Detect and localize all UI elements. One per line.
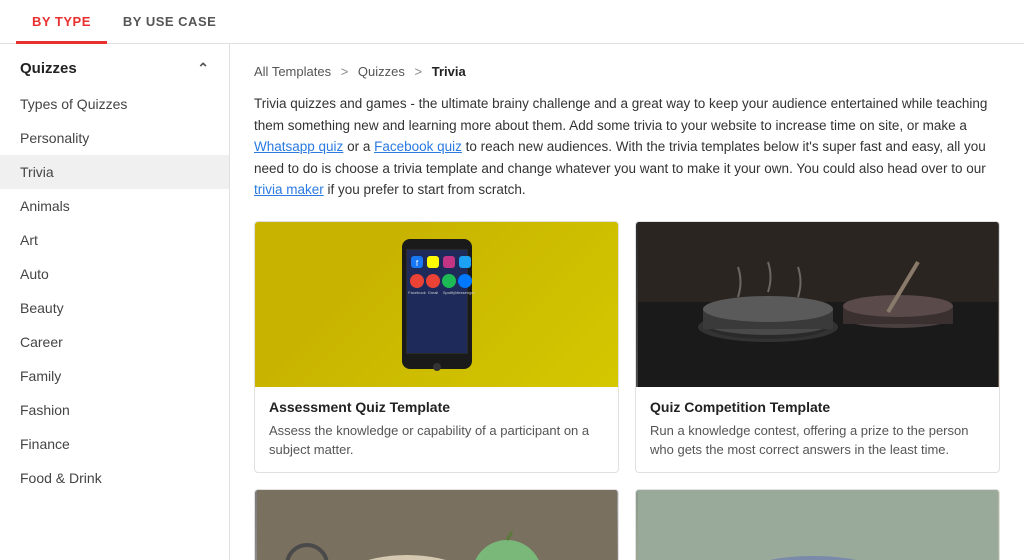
card-title-competition: Quiz Competition Template [650, 399, 985, 415]
trivia-maker-link[interactable]: trivia maker [254, 182, 324, 197]
breadcrumb-separator-2: > [415, 64, 426, 79]
breadcrumb: All Templates > Quizzes > Trivia [254, 64, 1000, 79]
whatsapp-quiz-link[interactable]: Whatsapp quiz [254, 139, 343, 154]
page-description: Trivia quizzes and games - the ultimate … [254, 93, 1000, 201]
breadcrumb-separator-1: > [341, 64, 352, 79]
sidebar: Quizzes ⌃ Types of Quizzes Personality T… [0, 44, 230, 560]
facebook-quiz-link[interactable]: Facebook quiz [374, 139, 462, 154]
sidebar-item-trivia[interactable]: Trivia [0, 155, 229, 189]
card-image-health [255, 490, 618, 560]
svg-text:Messenger: Messenger [455, 290, 475, 295]
card-image-cooking [636, 222, 999, 387]
cards-grid: f Facebook Gmail Spotify Messenger [254, 221, 1000, 560]
tab-by-use-case[interactable]: BY USE CASE [107, 0, 232, 44]
main-layout: Quizzes ⌃ Types of Quizzes Personality T… [0, 44, 1024, 560]
description-text-2: or a [343, 139, 374, 154]
sidebar-item-food-drink[interactable]: Food & Drink [0, 461, 229, 495]
description-text-1: Trivia quizzes and games - the ultimate … [254, 96, 987, 133]
card-car[interactable] [635, 489, 1000, 560]
sidebar-quizzes-header[interactable]: Quizzes ⌃ [0, 44, 229, 87]
main-content: All Templates > Quizzes > Trivia Trivia … [230, 44, 1024, 560]
sidebar-item-career[interactable]: Career [0, 325, 229, 359]
sidebar-item-art[interactable]: Art [0, 223, 229, 257]
card-image-car [636, 490, 999, 560]
sidebar-item-types-of-quizzes[interactable]: Types of Quizzes [0, 87, 229, 121]
description-text-4: if you prefer to start from scratch. [324, 182, 526, 197]
svg-text:Gmail: Gmail [427, 290, 438, 295]
card-body-assessment: Assessment Quiz Template Assess the know… [255, 387, 618, 472]
sidebar-item-fashion[interactable]: Fashion [0, 393, 229, 427]
tab-by-type[interactable]: BY TYPE [16, 0, 107, 44]
sidebar-item-auto[interactable]: Auto [0, 257, 229, 291]
card-health[interactable] [254, 489, 619, 560]
breadcrumb-current: Trivia [432, 64, 466, 79]
sidebar-item-family[interactable]: Family [0, 359, 229, 393]
card-desc-assessment: Assess the knowledge or capability of a … [269, 421, 604, 460]
card-image-phone: f Facebook Gmail Spotify Messenger [255, 222, 618, 387]
breadcrumb-quizzes[interactable]: Quizzes [358, 64, 405, 79]
sidebar-item-finance[interactable]: Finance [0, 427, 229, 461]
card-quiz-competition[interactable]: Quiz Competition Template Run a knowledg… [635, 221, 1000, 473]
card-title-assessment: Assessment Quiz Template [269, 399, 604, 415]
breadcrumb-all-templates[interactable]: All Templates [254, 64, 331, 79]
svg-text:Spotify: Spotify [442, 290, 454, 295]
svg-text:Facebook: Facebook [408, 290, 426, 295]
sidebar-item-beauty[interactable]: Beauty [0, 291, 229, 325]
sidebar-item-animals[interactable]: Animals [0, 189, 229, 223]
sidebar-quizzes-label: Quizzes [20, 60, 77, 77]
card-assessment-quiz[interactable]: f Facebook Gmail Spotify Messenger [254, 221, 619, 473]
card-desc-competition: Run a knowledge contest, offering a priz… [650, 421, 985, 460]
sidebar-item-personality[interactable]: Personality [0, 121, 229, 155]
top-nav: BY TYPE BY USE CASE [0, 0, 1024, 44]
card-body-competition: Quiz Competition Template Run a knowledg… [636, 387, 999, 472]
chevron-up-icon: ⌃ [197, 60, 209, 77]
